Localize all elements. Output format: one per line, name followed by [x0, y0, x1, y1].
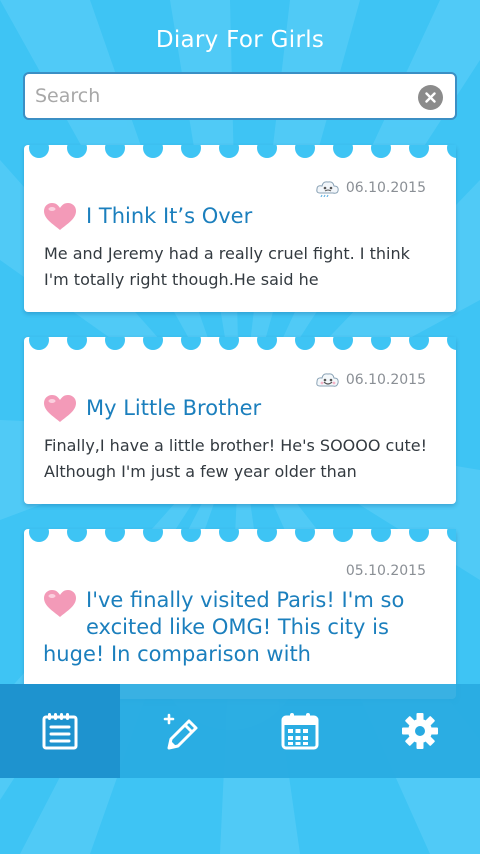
entry-title: I Think It’s Over: [86, 204, 253, 228]
cloud-face-icon: [316, 181, 339, 197]
nav-calendar[interactable]: [240, 684, 360, 778]
entry-date: 06.10.2015: [315, 371, 426, 389]
entry-date-text: 06.10.2015: [345, 180, 426, 196]
entry-preview: Finally,I have a little brother! He's SO…: [44, 436, 428, 481]
entry-preview: Me and Jeremy had a really cruel fight. …: [44, 244, 410, 289]
entry-title: My Little Brother: [86, 396, 262, 420]
entry-date-text: 05.10.2015: [345, 563, 426, 579]
diary-entry-card[interactable]: 06.10.2015 I Think It’s Over Me and Jere…: [24, 145, 456, 312]
app-title: Diary For Girls: [155, 27, 325, 53]
new-entry-pencil-icon: [163, 713, 198, 750]
nav-settings[interactable]: [360, 684, 480, 778]
settings-gear-icon: [402, 713, 438, 749]
diary-entry-card[interactable]: 05.10.2015 I've finally visited Paris! I…: [24, 529, 456, 699]
heart-icon: [44, 590, 76, 617]
nav-new-entry[interactable]: [120, 684, 240, 778]
background-area: [0, 778, 480, 854]
calendar-icon: [281, 713, 319, 750]
search-input[interactable]: [25, 74, 455, 118]
scalloped-edge: [29, 529, 456, 542]
diary-app-screen: Diary For Girls 06.10.20: [0, 0, 480, 854]
diary-entry-card[interactable]: 06.10.2015 My Little Brother Finally,I h…: [24, 337, 456, 504]
scalloped-edge: [29, 145, 456, 158]
entry-title-row: I Think It’s Over: [43, 202, 440, 231]
heart-icon: [44, 395, 76, 422]
close-icon: [425, 92, 436, 103]
entry-title-row: My Little Brother: [43, 394, 440, 423]
entry-title: I've finally visited Paris! I'm so excit…: [43, 588, 405, 666]
bottom-nav-bar: [0, 684, 480, 778]
smiley-cloud-icon: [316, 373, 339, 387]
entry-date: 06.10.2015: [315, 179, 426, 197]
heart-icon: [44, 203, 76, 230]
search-bar: [23, 72, 457, 120]
nav-diary-list[interactable]: [0, 684, 120, 778]
clear-search-button[interactable]: [418, 85, 443, 110]
scalloped-edge: [29, 337, 456, 350]
notebook-icon: [42, 713, 78, 750]
entry-date: 05.10.2015: [346, 563, 426, 579]
entry-title-row: I've finally visited Paris! I'm so excit…: [43, 587, 438, 668]
app-header: Diary For Girls: [0, 0, 480, 80]
entry-date-text: 06.10.2015: [345, 372, 426, 388]
